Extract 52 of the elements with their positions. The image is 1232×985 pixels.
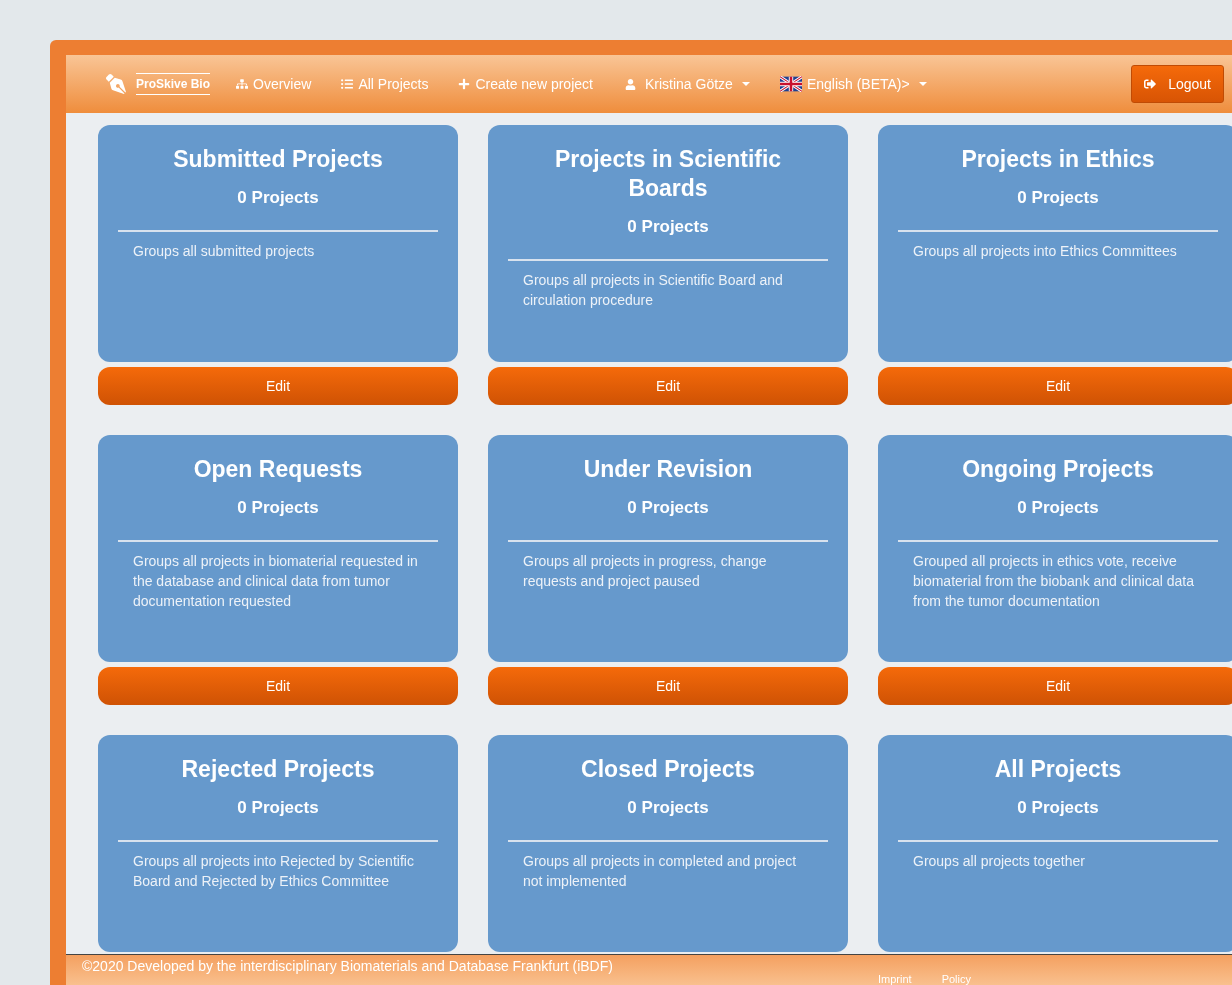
card-description: Grouped all projects in ethics vote, receive biomaterial from the biobank and clinical data from the tumor documentation	[912, 552, 1195, 611]
logout-button[interactable]: Logout	[1131, 65, 1224, 103]
edit-button[interactable]: Edit	[878, 667, 1232, 705]
sitemap-icon	[236, 78, 249, 90]
card-title: Ongoing Projects	[961, 455, 1155, 484]
edit-button[interactable]: Edit	[488, 367, 848, 405]
caret-icon	[741, 82, 750, 86]
sign-out-icon	[1144, 78, 1157, 90]
card-title: Projects in Scientific Boards	[553, 145, 783, 203]
card-description: Groups all projects in biomaterial requested in the database and clinical data from tumor documentation requested	[132, 552, 419, 611]
card-description: Groups all projects into Ethics Committees	[912, 242, 1178, 261]
copyright-text: ©2020 Developed by the interdisciplinary Biomaterials and Database Frankfurt (iBDF)	[82, 958, 613, 974]
nav-link[interactable]: Create new project	[458, 76, 593, 92]
project-count: 0 Projects	[236, 188, 320, 208]
card-description: Groups all projects together	[912, 852, 1086, 871]
project-count: 0 Projects	[1016, 798, 1100, 818]
card-title: Projects in Ethics	[960, 145, 1156, 174]
plus-icon	[458, 78, 471, 90]
card-title: Closed Projects	[580, 755, 756, 784]
edit-button[interactable]: Edit	[98, 667, 458, 705]
project-count: 0 Projects	[236, 798, 320, 818]
card-description: Groups all projects into Rejected by Scientific Board and Rejected by Ethics Committee	[132, 852, 415, 891]
card-title: Open Requests	[192, 455, 364, 484]
footer-link[interactable]: Imprint	[878, 973, 912, 985]
card-title: Rejected Projects	[180, 755, 376, 784]
card-title: All Projects	[993, 755, 1123, 784]
footer-link[interactable]: Policy	[941, 973, 971, 985]
user-menu[interactable]: Kristina Götze	[624, 76, 750, 92]
pen-nib-icon	[106, 74, 126, 94]
language-menu[interactable]: English (BETA)>	[779, 76, 927, 92]
card-title: Submitted Projects	[172, 145, 384, 174]
user-icon	[624, 78, 636, 90]
project-count: 0 Projects	[236, 498, 320, 518]
project-count: 0 Projects	[626, 798, 710, 818]
nav-link[interactable]: All Projects	[341, 76, 429, 92]
edit-button[interactable]: Edit	[488, 667, 848, 705]
caret-icon	[918, 82, 927, 86]
uk-flag-icon	[779, 76, 802, 92]
card-description: Groups all projects in completed and project not implemented	[522, 852, 798, 891]
brand-logo[interactable]: ProSkive Bio	[136, 73, 211, 95]
card-description: Groups all projects in Scientific Board and circulation procedure	[522, 271, 784, 310]
project-count: 0 Projects	[626, 498, 710, 518]
card-description: Groups all submitted projects	[132, 242, 316, 261]
card-description: Groups all projects in progress, change requests and project paused	[522, 552, 768, 591]
project-count: 0 Projects	[1016, 188, 1100, 208]
project-count: 0 Projects	[626, 217, 710, 237]
list-icon	[341, 78, 354, 90]
nav-link[interactable]: Overview	[236, 76, 312, 92]
edit-button[interactable]: Edit	[878, 367, 1232, 405]
edit-button[interactable]: Edit	[98, 367, 458, 405]
project-count: 0 Projects	[1016, 498, 1100, 518]
card-title: Under Revision	[582, 455, 754, 484]
